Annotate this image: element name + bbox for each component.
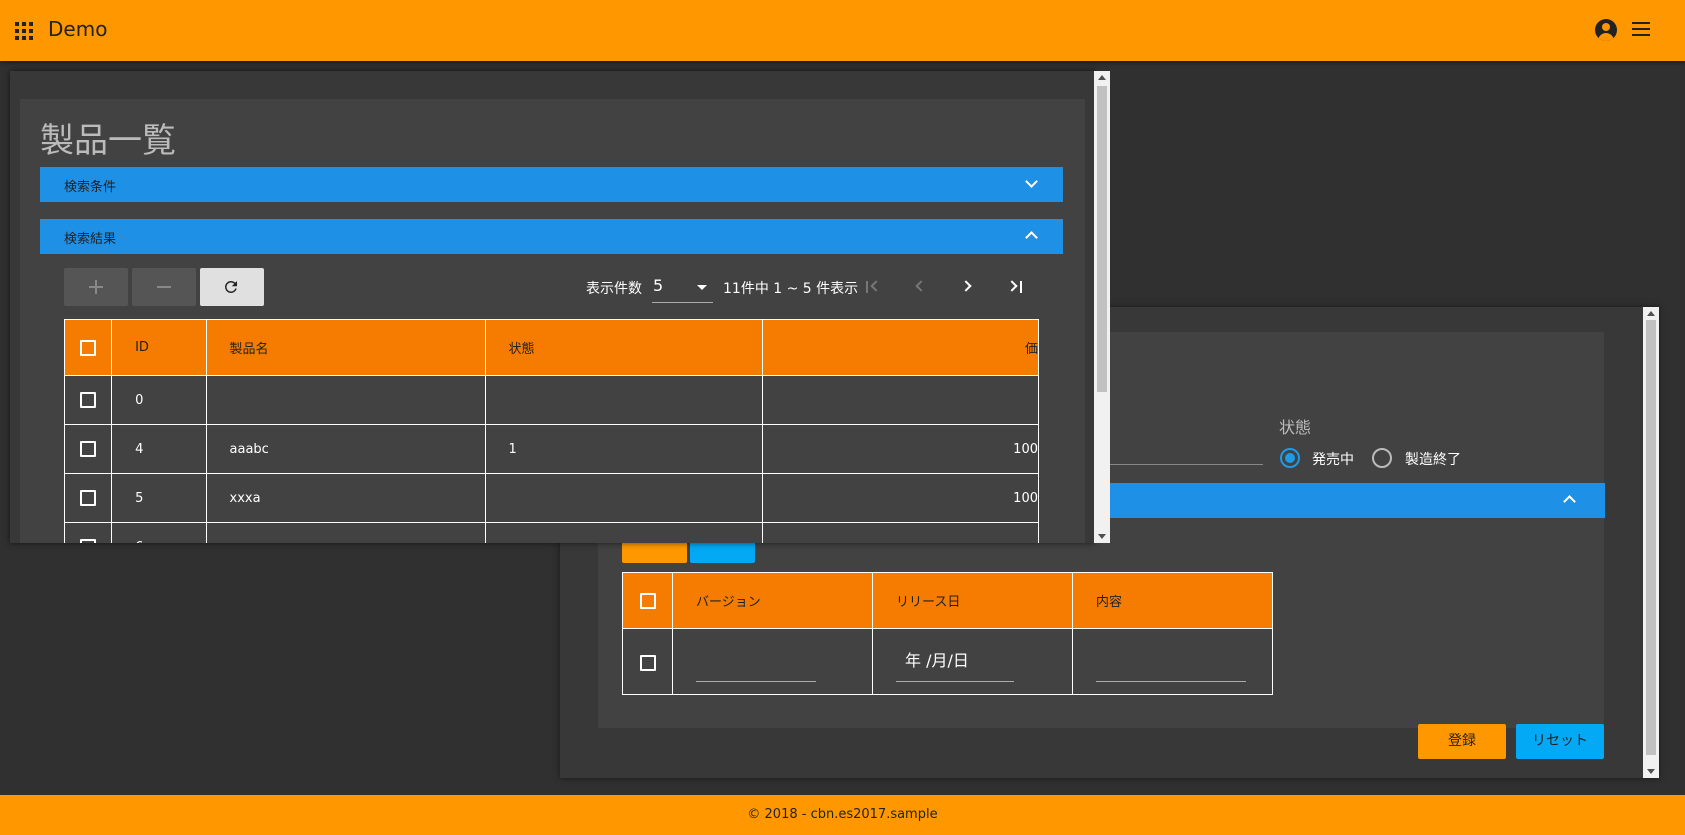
search-conditions-label: 検索条件 xyxy=(64,180,117,195)
select-all-checkbox[interactable] xyxy=(80,339,97,356)
status-option-on-sale: 発売中 xyxy=(1312,452,1354,468)
page-size-select[interactable]: 5 xyxy=(652,276,713,303)
refresh-button[interactable] xyxy=(200,268,264,306)
cell-price: 100 xyxy=(762,473,1039,523)
col-content: 内容 xyxy=(1072,572,1273,629)
search-results-label: 検索結果 xyxy=(64,232,117,247)
scroll-up-arrow-icon[interactable] xyxy=(1098,75,1106,80)
col-id[interactable]: ID xyxy=(111,319,207,376)
reset-button[interactable]: リセット xyxy=(1516,724,1604,759)
select-all-checkbox-cell[interactable] xyxy=(622,572,673,629)
cell-status xyxy=(484,522,764,543)
cell-price: 100 xyxy=(762,424,1039,474)
versions-table: バージョン リリース日 内容 年 /月/日 xyxy=(622,572,1273,695)
versions-section-header[interactable] xyxy=(1110,483,1605,518)
cell-name xyxy=(205,375,486,425)
footer-text: © 2018 - cbn.es2017.sample xyxy=(747,807,938,822)
cell-status xyxy=(484,375,764,425)
col-release-date: リリース日 xyxy=(872,572,1073,629)
row-checkbox[interactable] xyxy=(80,392,97,408)
results-table-viewport: ID 製品名 状態 価 0 4 aaabc 1 100 5 xxxa 100 xyxy=(64,319,1039,543)
scroll-up-arrow-icon[interactable] xyxy=(1647,311,1655,316)
status-radio-on-sale[interactable] xyxy=(1280,448,1300,468)
content-input[interactable] xyxy=(1096,681,1246,682)
first-page-icon[interactable] xyxy=(864,278,884,296)
page-size-value: 5 xyxy=(653,276,664,295)
cell-status: 1 xyxy=(484,424,764,474)
top-app-bar: Demo xyxy=(0,0,1685,61)
col-product-name[interactable]: 製品名 xyxy=(205,319,486,376)
page-size-label: 表示件数 xyxy=(586,281,642,297)
scroll-thumb[interactable] xyxy=(1097,86,1107,392)
col-price[interactable]: 価 xyxy=(762,319,1039,376)
account-circle-icon[interactable] xyxy=(1595,19,1617,41)
dropdown-arrow-icon xyxy=(697,285,707,290)
release-date-input[interactable]: 年 /月/日 xyxy=(905,647,1072,671)
row-checkbox[interactable] xyxy=(80,441,97,457)
delete-button[interactable] xyxy=(132,268,196,306)
cell-id: 4 xyxy=(111,424,207,474)
table-row[interactable]: 5 xxxa 100 xyxy=(64,473,1039,523)
apps-icon[interactable] xyxy=(15,22,33,40)
table-row[interactable]: 0 xyxy=(64,375,1039,425)
last-page-icon[interactable] xyxy=(1006,278,1026,296)
release-date-underline xyxy=(896,681,1014,682)
footer: © 2018 - cbn.es2017.sample xyxy=(0,795,1685,835)
cell-name: aaabc xyxy=(205,424,486,474)
list-scrollbar[interactable] xyxy=(1094,71,1110,543)
table-row[interactable]: 6 xyxy=(64,522,1039,543)
cell-status xyxy=(484,473,764,523)
app-title: Demo xyxy=(48,17,108,41)
row-checkbox[interactable] xyxy=(80,539,97,543)
search-conditions-header[interactable]: 検索条件 xyxy=(40,167,1063,202)
cell-id: 6 xyxy=(111,522,207,543)
paginator-range: 11件中 1 ~ 5 件表示 xyxy=(723,281,859,297)
cell-name: xxxa xyxy=(205,473,486,523)
chevron-up-icon[interactable] xyxy=(1025,231,1038,244)
scroll-thumb[interactable] xyxy=(1646,320,1656,755)
name-field-underline[interactable] xyxy=(1110,464,1263,465)
next-page-icon[interactable] xyxy=(959,278,979,296)
menu-icon[interactable] xyxy=(1632,22,1650,36)
status-radio-discontinued[interactable] xyxy=(1372,448,1392,468)
row-checkbox[interactable] xyxy=(639,654,656,671)
register-button[interactable]: 登録 xyxy=(1418,724,1506,759)
table-row: 年 /月/日 xyxy=(622,628,1273,695)
table-row[interactable]: 4 aaabc 1 100 xyxy=(64,424,1039,474)
refresh-icon xyxy=(224,281,237,293)
page-title: 製品一覧 xyxy=(40,121,176,161)
col-status[interactable]: 状態 xyxy=(484,319,764,376)
cell-price xyxy=(762,375,1039,425)
status-label: 状態 xyxy=(1279,418,1312,437)
row-checkbox[interactable] xyxy=(80,490,97,506)
cell-price xyxy=(762,522,1039,543)
detail-scrollbar[interactable] xyxy=(1643,307,1659,778)
version-input[interactable] xyxy=(696,681,816,682)
select-all-checkbox[interactable] xyxy=(639,592,656,609)
select-all-checkbox-cell[interactable] xyxy=(64,319,113,376)
chevron-down-icon[interactable] xyxy=(1025,175,1038,188)
status-option-discontinued: 製造終了 xyxy=(1405,452,1461,468)
cell-id: 0 xyxy=(111,375,207,425)
add-button[interactable] xyxy=(64,268,128,306)
results-table: ID 製品名 状態 価 0 4 aaabc 1 100 5 xxxa 100 xyxy=(64,319,1039,543)
scroll-down-arrow-icon[interactable] xyxy=(1647,769,1655,774)
search-results-header[interactable]: 検索結果 xyxy=(40,219,1063,254)
previous-page-icon[interactable] xyxy=(911,278,931,296)
cell-name xyxy=(205,522,486,543)
scroll-down-arrow-icon[interactable] xyxy=(1098,534,1106,539)
chevron-up-icon[interactable] xyxy=(1563,495,1576,508)
cell-id: 5 xyxy=(111,473,207,523)
col-version: バージョン xyxy=(672,572,873,629)
